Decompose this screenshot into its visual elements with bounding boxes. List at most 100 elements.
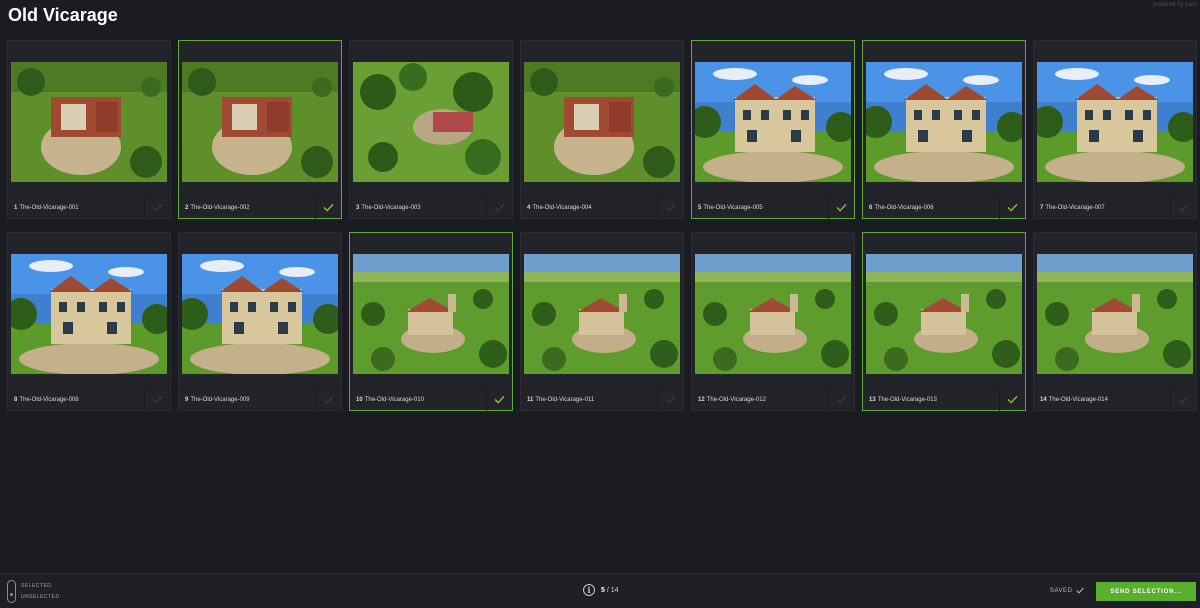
photo-caption-bar: 13 The-Old-Vicarage-013 xyxy=(863,388,1025,411)
photo-card[interactable]: 6 The-Old-Vicarage-006 xyxy=(862,40,1026,219)
photo-caption-bar: 3 The-Old-Vicarage-003 xyxy=(350,196,512,219)
photo-label: 8 The-Old-Vicarage-008 xyxy=(8,397,144,403)
select-check-icon[interactable] xyxy=(315,388,341,411)
photo-filename: The-Old-Vicarage-013 xyxy=(877,396,937,403)
photo-caption-bar: 4 The-Old-Vicarage-004 xyxy=(521,196,683,219)
legend-selected-label[interactable]: SELECTED xyxy=(21,583,51,589)
photo-caption-bar: 11 The-Old-Vicarage-011 xyxy=(521,388,683,411)
photo-card[interactable]: 5 The-Old-Vicarage-005 xyxy=(691,40,855,219)
select-check-icon[interactable] xyxy=(144,196,170,219)
photo-caption-bar: 2 The-Old-Vicarage-002 xyxy=(179,196,341,219)
info-icon[interactable]: i xyxy=(583,584,595,596)
photo-image xyxy=(866,62,1022,182)
photo-image xyxy=(11,254,167,374)
photo-image xyxy=(11,62,167,182)
photo-thumbnail[interactable] xyxy=(1037,62,1193,182)
photo-caption-bar: 9 The-Old-Vicarage-009 xyxy=(179,388,341,411)
photo-card[interactable]: 2 The-Old-Vicarage-002 xyxy=(178,40,342,219)
footer-bar: SELECTED UNSELECTED i 5 / 14 SAVED SEND … xyxy=(0,573,1200,608)
photo-number: 3 xyxy=(356,204,360,211)
photo-thumbnail[interactable] xyxy=(1037,254,1193,374)
select-check-icon[interactable] xyxy=(828,388,854,411)
selection-count-text: 5 / 14 xyxy=(601,587,619,594)
photo-caption-bar: 8 The-Old-Vicarage-008 xyxy=(8,388,170,411)
select-check-icon[interactable] xyxy=(1170,196,1196,219)
photo-thumbnail[interactable] xyxy=(695,254,851,374)
select-check-icon[interactable] xyxy=(315,196,341,219)
photo-thumbnail[interactable] xyxy=(182,62,338,182)
saved-label: SAVED xyxy=(1050,587,1073,594)
gallery-title: Old Vicarage xyxy=(8,5,118,25)
photo-caption-bar: 5 The-Old-Vicarage-005 xyxy=(692,196,854,219)
photo-label: 5 The-Old-Vicarage-005 xyxy=(692,205,828,211)
photo-filename: The-Old-Vicarage-002 xyxy=(190,204,250,211)
photo-label: 1 The-Old-Vicarage-001 xyxy=(8,205,144,211)
photo-number: 8 xyxy=(14,396,18,403)
selection-filter-toggle[interactable] xyxy=(7,580,16,603)
photo-thumbnail[interactable] xyxy=(866,254,1022,374)
photo-label: 6 The-Old-Vicarage-006 xyxy=(863,205,999,211)
photo-card[interactable]: 9 The-Old-Vicarage-009 xyxy=(178,232,342,411)
photo-number: 1 xyxy=(14,204,18,211)
photo-card[interactable]: 7 The-Old-Vicarage-007 xyxy=(1033,40,1197,219)
select-check-icon[interactable] xyxy=(144,388,170,411)
photo-image xyxy=(695,62,851,182)
selection-counter: i 5 / 14 xyxy=(583,584,619,596)
photo-number: 6 xyxy=(869,204,873,211)
photo-number: 10 xyxy=(356,396,363,403)
photo-card[interactable]: 1 The-Old-Vicarage-001 xyxy=(7,40,171,219)
photo-card[interactable]: 11 The-Old-Vicarage-011 xyxy=(520,232,684,411)
photo-image xyxy=(182,254,338,374)
photo-number: 7 xyxy=(1040,204,1044,211)
saved-status: SAVED xyxy=(1050,587,1085,594)
photo-number: 14 xyxy=(1040,396,1047,403)
photo-image xyxy=(524,62,680,182)
photo-card[interactable]: 13 The-Old-Vicarage-013 xyxy=(862,232,1026,411)
photo-card[interactable]: 4 The-Old-Vicarage-004 xyxy=(520,40,684,219)
select-check-icon[interactable] xyxy=(657,196,683,219)
select-check-icon[interactable] xyxy=(486,196,512,219)
photo-caption-bar: 1 The-Old-Vicarage-001 xyxy=(8,196,170,219)
legend-unselected-label[interactable]: UNSELECTED xyxy=(21,594,60,600)
select-check-icon[interactable] xyxy=(486,388,512,411)
photo-card[interactable]: 14 The-Old-Vicarage-014 xyxy=(1033,232,1197,411)
photo-thumbnail[interactable] xyxy=(866,62,1022,182)
send-selection-button[interactable]: SEND SELECTION... xyxy=(1096,582,1196,601)
photo-card[interactable]: 10 The-Old-Vicarage-010 xyxy=(349,232,513,411)
photo-thumbnail[interactable] xyxy=(353,62,509,182)
photo-label: 11 The-Old-Vicarage-011 xyxy=(521,397,657,403)
photo-image xyxy=(524,254,680,374)
photo-label: 7 The-Old-Vicarage-007 xyxy=(1034,205,1170,211)
photo-card[interactable]: 8 The-Old-Vicarage-008 xyxy=(7,232,171,411)
photo-thumbnail[interactable] xyxy=(11,254,167,374)
photo-thumbnail[interactable] xyxy=(182,254,338,374)
photo-card[interactable]: 12 The-Old-Vicarage-012 xyxy=(691,232,855,411)
saved-check-icon xyxy=(1076,587,1085,594)
photo-label: 2 The-Old-Vicarage-002 xyxy=(179,205,315,211)
select-check-icon[interactable] xyxy=(999,388,1025,411)
photo-image xyxy=(695,254,851,374)
photo-caption-bar: 12 The-Old-Vicarage-012 xyxy=(692,388,854,411)
photo-thumbnail[interactable] xyxy=(695,62,851,182)
photo-grid: 1 The-Old-Vicarage-001 2 The-Old-Vicarage-… xyxy=(7,40,1197,411)
photo-thumbnail[interactable] xyxy=(524,62,680,182)
photo-filename: The-Old-Vicarage-004 xyxy=(532,204,592,211)
select-check-icon[interactable] xyxy=(1170,388,1196,411)
photo-filename: The-Old-Vicarage-006 xyxy=(874,204,934,211)
photo-image xyxy=(1037,254,1193,374)
photo-filename: The-Old-Vicarage-011 xyxy=(535,396,595,403)
photo-thumbnail[interactable] xyxy=(353,254,509,374)
photo-number: 9 xyxy=(185,396,189,403)
photo-thumbnail[interactable] xyxy=(11,62,167,182)
photo-thumbnail[interactable] xyxy=(524,254,680,374)
photo-filename: The-Old-Vicarage-005 xyxy=(703,204,763,211)
photo-caption-bar: 6 The-Old-Vicarage-006 xyxy=(863,196,1025,219)
photo-number: 2 xyxy=(185,204,189,211)
select-check-icon[interactable] xyxy=(999,196,1025,219)
photo-image xyxy=(1037,62,1193,182)
select-check-icon[interactable] xyxy=(828,196,854,219)
photo-number: 4 xyxy=(527,204,531,211)
photo-card[interactable]: 3 The-Old-Vicarage-003 xyxy=(349,40,513,219)
select-check-icon[interactable] xyxy=(657,388,683,411)
photo-image xyxy=(353,254,509,374)
